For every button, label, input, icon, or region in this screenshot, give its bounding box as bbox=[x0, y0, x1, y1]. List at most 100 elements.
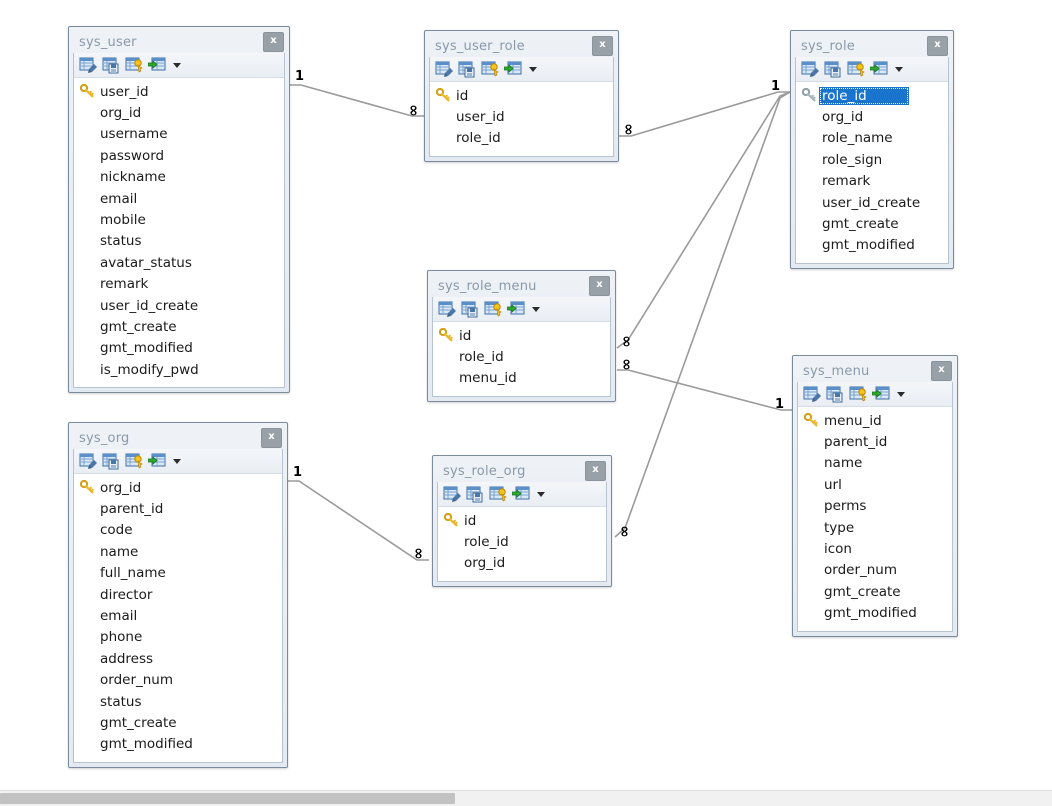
table-save-icon[interactable] bbox=[826, 386, 844, 403]
column-row[interactable]: perms bbox=[802, 496, 948, 517]
column-row[interactable]: role_id bbox=[442, 531, 602, 552]
column-row[interactable]: email bbox=[78, 605, 278, 626]
table-key-icon[interactable] bbox=[847, 61, 865, 78]
close-icon[interactable]: x bbox=[931, 361, 952, 381]
table-header-sys_menu[interactable]: sys_menu x bbox=[797, 360, 953, 382]
table-key-icon[interactable] bbox=[481, 61, 499, 78]
table-header-sys_role_org[interactable]: sys_role_org x bbox=[437, 460, 607, 482]
column-row[interactable]: is_modify_pwd bbox=[78, 359, 280, 380]
column-row[interactable]: gmt_modified bbox=[78, 338, 280, 359]
dropdown-arrow-icon[interactable] bbox=[895, 66, 903, 72]
dropdown-arrow-icon[interactable] bbox=[173, 62, 181, 68]
table-header-sys_role_menu[interactable]: sys_role_menu x bbox=[432, 275, 611, 297]
column-row[interactable]: gmt_modified bbox=[78, 734, 278, 755]
dropdown-arrow-icon[interactable] bbox=[532, 306, 540, 312]
table-header-sys_role[interactable]: sys_role x bbox=[795, 35, 949, 57]
close-icon[interactable]: x bbox=[585, 461, 606, 481]
dropdown-arrow-icon[interactable] bbox=[897, 391, 905, 397]
column-row[interactable]: id bbox=[437, 325, 606, 346]
table-toolbar[interactable] bbox=[74, 449, 282, 474]
dropdown-arrow-icon[interactable] bbox=[173, 458, 181, 464]
column-row[interactable]: mobile bbox=[78, 209, 280, 230]
column-row[interactable]: status bbox=[78, 691, 278, 712]
column-row[interactable]: id bbox=[442, 510, 602, 531]
table-edit-icon[interactable] bbox=[801, 61, 819, 78]
table-edit-icon[interactable] bbox=[435, 61, 453, 78]
table-key-icon[interactable] bbox=[489, 486, 507, 503]
dropdown-arrow-icon[interactable] bbox=[529, 66, 537, 72]
column-row[interactable]: address bbox=[78, 648, 278, 669]
table-insert-icon[interactable] bbox=[147, 453, 166, 470]
table-key-icon[interactable] bbox=[484, 301, 502, 318]
column-row[interactable]: remark bbox=[78, 274, 280, 295]
column-row[interactable]: menu_id bbox=[437, 368, 606, 389]
table-insert-icon[interactable] bbox=[511, 486, 530, 503]
table-toolbar[interactable] bbox=[433, 297, 610, 322]
column-row[interactable]: order_num bbox=[78, 670, 278, 691]
column-row[interactable]: user_id bbox=[434, 106, 609, 127]
close-icon[interactable]: x bbox=[927, 36, 948, 56]
table-toolbar[interactable] bbox=[796, 57, 948, 82]
column-row[interactable]: user_id_create bbox=[800, 192, 944, 213]
column-row[interactable]: role_id bbox=[434, 128, 609, 149]
column-row[interactable]: status bbox=[78, 231, 280, 252]
table-sys_user[interactable]: sys_user x user_id org_id username passwor bbox=[68, 26, 290, 394]
column-row[interactable]: role_name bbox=[800, 128, 944, 149]
table-edit-icon[interactable] bbox=[803, 386, 821, 403]
column-row[interactable]: remark bbox=[800, 171, 944, 192]
column-row[interactable]: icon bbox=[802, 538, 948, 559]
column-row[interactable]: password bbox=[78, 145, 280, 166]
table-edit-icon[interactable] bbox=[443, 486, 461, 503]
column-row[interactable]: id bbox=[434, 85, 609, 106]
column-row[interactable]: code bbox=[78, 520, 278, 541]
horizontal-scrollbar[interactable] bbox=[0, 790, 1052, 806]
column-row[interactable]: gmt_create bbox=[78, 316, 280, 337]
column-row[interactable]: email bbox=[78, 188, 280, 209]
table-save-icon[interactable] bbox=[824, 61, 842, 78]
table-key-icon[interactable] bbox=[125, 453, 143, 470]
scrollbar-thumb[interactable] bbox=[0, 793, 455, 804]
table-sys_role_menu[interactable]: sys_role_menu x id role_id menu_id bbox=[427, 270, 616, 403]
column-row[interactable]: parent_id bbox=[78, 498, 278, 519]
table-save-icon[interactable] bbox=[466, 486, 484, 503]
column-row[interactable]: director bbox=[78, 584, 278, 605]
column-row[interactable]: avatar_status bbox=[78, 252, 280, 273]
diagram-canvas[interactable]: 1 ∞ 1 ∞ ∞ ∞ ∞ 1 1 ∞ sys_user x user_id o… bbox=[0, 0, 1052, 790]
column-row[interactable]: role_id bbox=[800, 85, 944, 106]
table-header-sys_user[interactable]: sys_user x bbox=[73, 31, 285, 53]
table-save-icon[interactable] bbox=[102, 57, 120, 74]
column-row[interactable]: url bbox=[802, 474, 948, 495]
column-row[interactable]: phone bbox=[78, 627, 278, 648]
table-header-sys_user_role[interactable]: sys_user_role x bbox=[429, 35, 614, 57]
close-icon[interactable]: x bbox=[263, 32, 284, 52]
column-row[interactable]: nickname bbox=[78, 167, 280, 188]
column-row[interactable]: user_id_create bbox=[78, 295, 280, 316]
column-row[interactable]: type bbox=[802, 517, 948, 538]
column-row[interactable]: org_id bbox=[78, 102, 280, 123]
column-row[interactable]: name bbox=[802, 453, 948, 474]
column-row[interactable]: org_id bbox=[800, 106, 944, 127]
table-toolbar[interactable] bbox=[438, 482, 606, 507]
column-row[interactable]: gmt_create bbox=[800, 213, 944, 234]
table-save-icon[interactable] bbox=[461, 301, 479, 318]
table-toolbar[interactable] bbox=[74, 53, 284, 78]
column-row[interactable]: org_id bbox=[442, 553, 602, 574]
table-insert-icon[interactable] bbox=[871, 386, 890, 403]
column-row[interactable]: order_num bbox=[802, 560, 948, 581]
table-sys_org[interactable]: sys_org x org_id parent_id code name full_n bbox=[68, 422, 288, 769]
table-save-icon[interactable] bbox=[102, 453, 120, 470]
table-edit-icon[interactable] bbox=[79, 453, 97, 470]
table-toolbar[interactable] bbox=[798, 382, 952, 407]
table-sys_role_org[interactable]: sys_role_org x id role_id org_id bbox=[432, 455, 612, 588]
column-row[interactable]: menu_id bbox=[802, 410, 948, 431]
column-row[interactable]: role_sign bbox=[800, 149, 944, 170]
column-row[interactable]: gmt_create bbox=[802, 581, 948, 602]
dropdown-arrow-icon[interactable] bbox=[537, 491, 545, 497]
table-sys_role[interactable]: sys_role x role_id org_id role_name role_s bbox=[790, 30, 954, 270]
table-key-icon[interactable] bbox=[125, 57, 143, 74]
table-sys_user_role[interactable]: sys_user_role x id user_id role_id bbox=[424, 30, 619, 163]
column-row[interactable]: full_name bbox=[78, 563, 278, 584]
table-edit-icon[interactable] bbox=[79, 57, 97, 74]
table-insert-icon[interactable] bbox=[503, 61, 522, 78]
table-key-icon[interactable] bbox=[849, 386, 867, 403]
